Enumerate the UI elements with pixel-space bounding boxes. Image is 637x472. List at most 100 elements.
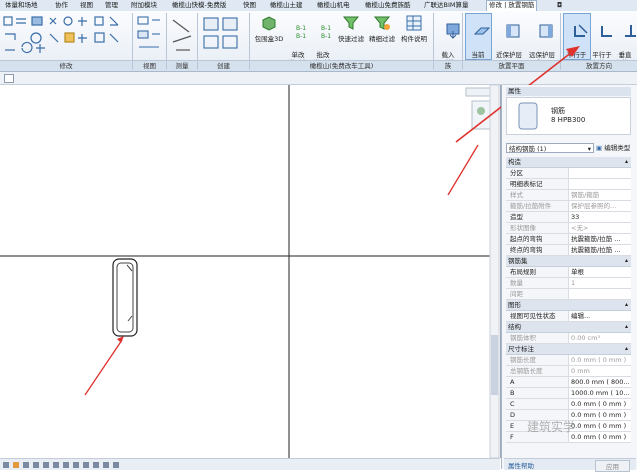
property-value[interactable]: 0.00 cm³ bbox=[568, 333, 631, 343]
apply-button[interactable]: 应用 bbox=[595, 460, 630, 472]
property-row[interactable]: 形状图像 <无> bbox=[506, 223, 631, 234]
bbox-3d-button[interactable]: 包围盒3D bbox=[253, 14, 285, 43]
tab-glsm-civil[interactable]: 橄榄山土建 bbox=[270, 1, 303, 10]
property-section[interactable]: 钢筋集 ▴ bbox=[506, 256, 631, 267]
group-title-glsm-tools: 橄榄山(免费改车工具) bbox=[250, 60, 433, 71]
property-value[interactable]: 单根 bbox=[568, 267, 631, 277]
property-row[interactable]: 分区 bbox=[506, 168, 631, 179]
collapse-icon[interactable]: ▴ bbox=[625, 344, 628, 354]
group-title-create: 创建 bbox=[198, 60, 249, 71]
property-row[interactable]: 间距 bbox=[506, 289, 631, 300]
property-value[interactable]: 0.0 mm ( 0 mm ) bbox=[568, 421, 631, 431]
tab-addins[interactable]: 附加模块 bbox=[131, 1, 157, 10]
edit-type-label: 编辑类型 bbox=[604, 144, 631, 152]
quick-filter-button[interactable]: 快速过滤 bbox=[336, 14, 366, 43]
property-value[interactable]: 1 bbox=[568, 278, 631, 288]
collapse-icon[interactable]: ▴ bbox=[625, 256, 628, 266]
property-row[interactable]: 箍筋/拉筋附件 保护层参照的... bbox=[506, 201, 631, 212]
precise-filter-button[interactable]: 精细过滤 bbox=[367, 14, 397, 43]
property-value[interactable]: 钢筋/箍筋 bbox=[568, 190, 631, 200]
property-section[interactable]: 尺寸标注 ▴ bbox=[506, 344, 631, 355]
svg-text:B-1: B-1 bbox=[321, 33, 331, 40]
options-checkbox[interactable] bbox=[4, 74, 14, 83]
property-value[interactable]: 0.0 mm ( 0 mm ) bbox=[568, 410, 631, 420]
section-title: 图形 bbox=[508, 301, 521, 309]
property-row[interactable]: 总钢筋长度 0 mm bbox=[506, 366, 631, 377]
property-value[interactable]: 编辑... bbox=[568, 311, 631, 321]
property-value[interactable] bbox=[568, 168, 631, 178]
status-bar bbox=[0, 458, 500, 470]
collapse-icon[interactable]: ▴ bbox=[625, 157, 628, 167]
collapse-icon[interactable]: ▴ bbox=[625, 322, 628, 332]
category-selector[interactable]: 结构钢筋 (1) ▾ bbox=[506, 143, 594, 153]
component-description-button[interactable]: 构件说明 bbox=[398, 14, 430, 43]
tab-glsm-mep[interactable]: 橄榄山机电 bbox=[317, 1, 350, 10]
tab-manage[interactable]: 管理 bbox=[105, 1, 118, 10]
tab-massing[interactable]: 体量和场地 bbox=[5, 1, 38, 10]
property-key: 起点的弯钩 bbox=[510, 235, 543, 243]
drawing-canvas[interactable] bbox=[0, 85, 501, 458]
properties-list[interactable]: 构造 ▴ 分区明细表标记样式 钢筋/箍筋 箍筋/拉筋附件 保护层参照的... 造型 33 形状图… bbox=[502, 157, 637, 455]
arrowhead-rebar bbox=[117, 336, 124, 343]
type-preview[interactable]: 钢筋 8 HPB300 bbox=[506, 97, 631, 135]
chevron-down-icon: ▾ bbox=[587, 145, 591, 153]
drawing-area[interactable] bbox=[0, 85, 500, 458]
property-value[interactable]: 抗震箍筋/拉筋 ... bbox=[568, 234, 631, 244]
measure-tools-icons[interactable] bbox=[170, 16, 195, 56]
property-value[interactable]: 保护层参照的... bbox=[568, 201, 631, 211]
load-shape-icon bbox=[446, 23, 460, 39]
property-value[interactable]: 800.0 mm ( 800... bbox=[568, 377, 631, 387]
annotation-arrow-detail bbox=[447, 144, 479, 196]
property-row[interactable]: 视图可见性状态 编辑... bbox=[506, 311, 631, 322]
rename-icon: B-1B-1 bbox=[296, 25, 306, 40]
property-value[interactable]: 0 mm bbox=[568, 366, 631, 376]
funnel-detail-icon bbox=[373, 16, 391, 30]
property-row[interactable]: 起点的弯钩 抗震箍筋/拉筋 ... bbox=[506, 234, 631, 245]
property-value[interactable]: 0.0 mm ( 0 mm ) bbox=[568, 399, 631, 409]
property-key: 样式 bbox=[510, 191, 523, 199]
property-key: 分区 bbox=[510, 169, 523, 177]
property-row[interactable]: A 800.0 mm ( 800... bbox=[506, 377, 631, 388]
property-row[interactable]: 布局规则 单根 bbox=[506, 267, 631, 278]
property-row[interactable]: 样式 钢筋/箍筋 bbox=[506, 190, 631, 201]
tab-quick-drawing[interactable]: 快图 bbox=[243, 1, 256, 10]
property-row[interactable]: C 0.0 mm ( 0 mm ) bbox=[506, 399, 631, 410]
property-value[interactable] bbox=[568, 179, 631, 189]
property-value[interactable] bbox=[568, 289, 631, 299]
property-row[interactable]: 钢筋长度 0.0 mm ( 0 mm ) bbox=[506, 355, 631, 366]
create-tools-icons[interactable] bbox=[201, 16, 246, 56]
property-key: 钢筋长度 bbox=[510, 356, 536, 364]
property-row[interactable]: B 1000.0 mm ( 10... bbox=[506, 388, 631, 399]
tab-view[interactable]: 视图 bbox=[80, 1, 93, 10]
property-row[interactable]: 造型 33 bbox=[506, 212, 631, 223]
tab-glsm-family[interactable]: 橄榄山免费族酷 bbox=[365, 1, 411, 10]
tab-glsm-free[interactable]: 橄榄山快模-免费版 bbox=[172, 1, 226, 10]
edit-type-button[interactable]: ▣ 编辑类型 bbox=[596, 143, 634, 153]
property-section[interactable]: 图形 ▴ bbox=[506, 300, 631, 311]
property-value[interactable]: <无> bbox=[568, 223, 631, 233]
properties-panel: 属性 钢筋 8 HPB300 结构钢筋 (1) ▾ ▣ 编辑类型 构造 ▴ 分区 明细… bbox=[501, 85, 637, 472]
modify-tools-icons[interactable] bbox=[2, 14, 132, 58]
property-section[interactable]: 构造 ▴ bbox=[506, 157, 631, 168]
property-row[interactable]: 数量 1 bbox=[506, 278, 631, 289]
property-value[interactable]: 抗震箍筋/拉筋 ... bbox=[568, 245, 631, 255]
property-value[interactable]: 0.0 mm ( 0 mm ) bbox=[568, 355, 631, 365]
property-section[interactable]: 结构 ▴ bbox=[506, 322, 631, 333]
ribbon-toggle-icon[interactable]: ◘ bbox=[557, 1, 562, 10]
property-row[interactable]: 明细表标记 bbox=[506, 179, 631, 190]
property-row[interactable]: 终点的弯钩 抗震箍筋/拉筋 ... bbox=[506, 245, 631, 256]
property-row[interactable]: 钢筋体积 0.00 cm³ bbox=[506, 333, 631, 344]
section-title: 构造 bbox=[508, 158, 521, 166]
tab-glodon-bim[interactable]: 广联达BIM算量 bbox=[424, 1, 468, 10]
rebar-stirrup-inner bbox=[116, 262, 134, 333]
work-plane-icon bbox=[474, 27, 491, 35]
property-value[interactable]: 1000.0 mm ( 10... bbox=[568, 388, 631, 398]
tab-collaborate[interactable]: 协作 bbox=[55, 1, 68, 10]
collapse-icon[interactable]: ▴ bbox=[625, 300, 628, 310]
property-value[interactable]: 0.0 mm ( 0 mm ) bbox=[568, 432, 631, 442]
property-key: 明细表标记 bbox=[510, 180, 543, 188]
preview-type: 8 HPB300 bbox=[551, 116, 586, 124]
view-tools-icons[interactable] bbox=[136, 14, 164, 58]
property-value[interactable]: 33 bbox=[568, 212, 631, 222]
property-key: 间距 bbox=[510, 290, 523, 298]
